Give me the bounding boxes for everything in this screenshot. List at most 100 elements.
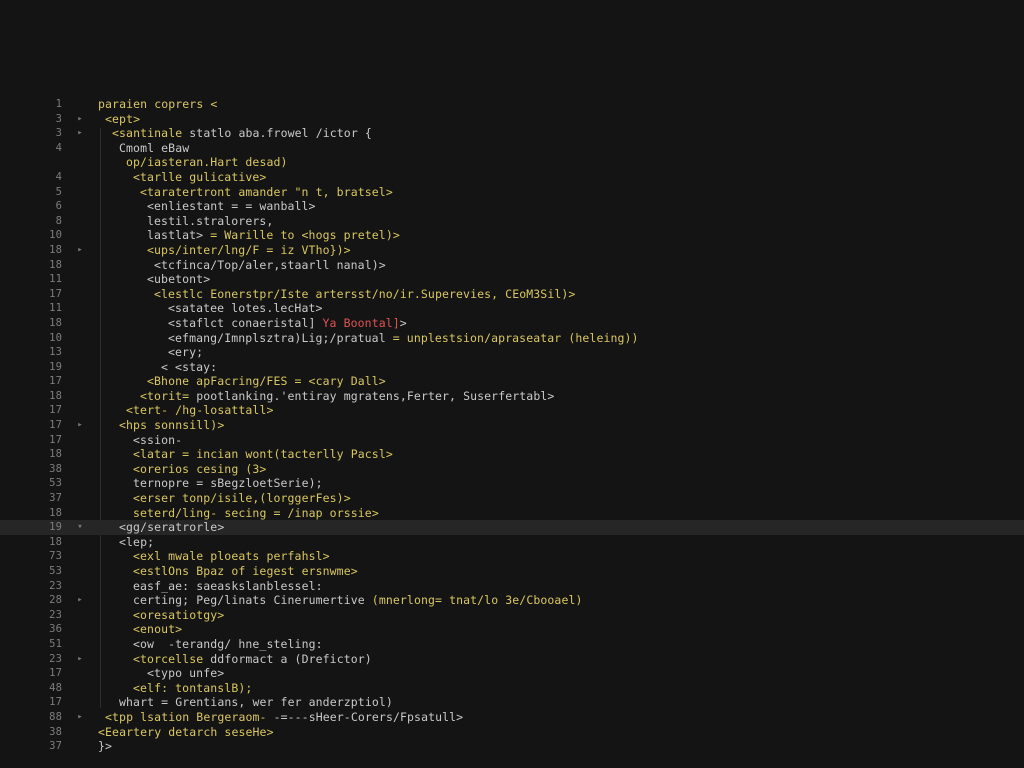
code-text[interactable]: <tert- /hg-losattall> [126, 403, 274, 418]
code-text[interactable]: <staflct conaeristal] Ya Boontal]> [168, 316, 407, 331]
code-text[interactable]: <torcellse ddformact a (Drefictor) [133, 652, 372, 667]
fold-toggle-icon[interactable]: ▸ [74, 243, 86, 258]
code-line[interactable]: 53 <estlOns Bpaz of iegest ersnwme> [0, 564, 1024, 579]
code-line[interactable]: 18 <lep; [0, 535, 1024, 550]
code-line[interactable]: 17 <typo unfe> [0, 666, 1024, 681]
code-line[interactable]: 17 <ssion- [0, 433, 1024, 448]
code-line[interactable]: 36 <enout> [0, 622, 1024, 637]
code-text[interactable]: <latar = incian wont(tacterlly Pacsl> [133, 447, 393, 462]
code-text[interactable]: <ssion- [133, 433, 182, 448]
code-line[interactable]: 11 <satatee lotes.lecHat> [0, 301, 1024, 316]
code-line[interactable]: 18 seterd/ling- secing = /inap orssie> [0, 506, 1024, 521]
code-text[interactable]: <tcfinca/Top/aler,staarll nanal)> [154, 258, 386, 273]
fold-toggle-icon[interactable]: ▸ [74, 710, 86, 725]
fold-toggle-icon[interactable]: ▸ [74, 418, 86, 433]
code-editor[interactable]: 1 paraien coprers < 3 ▸ <ept> 3 ▸ <santinale st… [0, 0, 1024, 768]
code-line[interactable]: 3 ▸ <santinale statlo aba.frowel /ictor { [0, 126, 1024, 141]
code-line[interactable]: 17 <lestlc Eonerstpr/Iste artersst/no/ir.… [0, 287, 1024, 302]
code-text[interactable]: < <stay: [161, 360, 217, 375]
code-text[interactable]: <taratertront amander "n t, bratsel> [140, 185, 393, 200]
code-text[interactable]: <typo unfe> [147, 666, 224, 681]
code-line[interactable]: 48 <elf: tontanslB); [0, 681, 1024, 696]
code-line[interactable]: 18 <staflct conaeristal] Ya Boontal]> [0, 316, 1024, 331]
code-line[interactable]: 88 ▸ <tpp lsation Bergeraom- -=---sHeer-Co… [0, 710, 1024, 725]
code-text[interactable]: <lep; [119, 535, 154, 550]
code-text[interactable]: paraien coprers < [98, 97, 217, 112]
code-text[interactable]: <enliestant = = wanball> [147, 199, 316, 214]
code-text[interactable]: <Eeartery detarch seseHe> [98, 725, 274, 740]
code-line[interactable]: 17 <tert- /hg-losattall> [0, 403, 1024, 418]
fold-toggle-icon[interactable]: ▸ [74, 593, 86, 608]
code-text[interactable]: <Bhone apFacring/FES = <cary Dall> [147, 374, 386, 389]
code-text[interactable]: <exl mwale ploeats perfahsl> [133, 549, 330, 564]
code-text[interactable]: <tarlle gulicative> [133, 170, 266, 185]
code-text[interactable]: ternopre = sBegzloetSerie); [133, 476, 323, 491]
code-line[interactable]: 17 <Bhone apFacring/FES = <cary Dall> [0, 374, 1024, 389]
code-line[interactable]: op/iasteran.Hart desad) [0, 155, 1024, 170]
code-line[interactable]: 4 <tarlle gulicative> [0, 170, 1024, 185]
code-line[interactable]: 6 <enliestant = = wanball> [0, 199, 1024, 214]
code-line[interactable]: 19 < <stay: [0, 360, 1024, 375]
code-line[interactable]: 13 <ery; [0, 345, 1024, 360]
code-text[interactable]: <ups/inter/lng/F = iz VTho})> [147, 243, 351, 258]
code-text[interactable]: <ept> [105, 112, 140, 127]
code-line[interactable]: 53 ternopre = sBegzloetSerie); [0, 476, 1024, 491]
code-line[interactable]: 17 ▸ <hps sonnsill)> [0, 418, 1024, 433]
code-text[interactable]: whart = Grentians, wer fer anderzptiol) [119, 695, 393, 710]
code-line[interactable]: 23 <oresatiotgy> [0, 608, 1024, 623]
code-text[interactable]: <ow -terandg/ hne_steling: [133, 637, 323, 652]
fold-toggle-icon[interactable]: ▸ [74, 112, 86, 127]
code-text[interactable]: <oresatiotgy> [133, 608, 224, 623]
code-text[interactable]: easf_ae: saeaskslanblessel: [133, 579, 323, 594]
code-line[interactable]: 3 ▸ <ept> [0, 112, 1024, 127]
code-line[interactable]: 17 whart = Grentians, wer fer anderzptiol… [0, 695, 1024, 710]
code-text[interactable]: <estlOns Bpaz of iegest ersnwme> [133, 564, 358, 579]
fold-toggle-icon[interactable]: ▸ [74, 652, 86, 667]
code-text[interactable]: <satatee lotes.lecHat> [168, 301, 323, 316]
code-line[interactable]: 18 <latar = incian wont(tacterlly Pacsl> [0, 447, 1024, 462]
code-text[interactable]: lestil.stralorers, [147, 214, 273, 229]
code-text[interactable]: <elf: tontanslB); [133, 681, 252, 696]
code-line[interactable]: 10 <efmang/Imnplsztra)Lig;/pratual = unpl… [0, 331, 1024, 346]
code-line[interactable]: 23 ▸ <torcellse ddformact a (Drefictor) [0, 652, 1024, 667]
code-text[interactable]: certing; Peg/linats Cinerumertive (mnerl… [133, 593, 583, 608]
code-text[interactable]: <lestlc Eonerstpr/Iste artersst/no/ir.Su… [154, 287, 575, 302]
code-text[interactable]: lastlat> = Warille to <hogs pretel)> [147, 228, 400, 243]
code-text[interactable]: <tpp lsation Bergeraom- -=---sHeer-Corer… [105, 710, 463, 725]
code-text[interactable]: <orerios cesing (3> [133, 462, 266, 477]
code-text[interactable]: <torit= pootlanking.'entiray mgratens,Fe… [140, 389, 554, 404]
code-text[interactable]: }> [98, 739, 112, 754]
code-line[interactable]: 8 lestil.stralorers, [0, 214, 1024, 229]
code-text[interactable]: <ubetont> [147, 272, 210, 287]
code-line[interactable]: 5 <taratertront amander "n t, bratsel> [0, 185, 1024, 200]
code-line[interactable]: 1 paraien coprers < [0, 97, 1024, 112]
code-lines[interactable]: 1 paraien coprers < 3 ▸ <ept> 3 ▸ <santinale st… [0, 97, 1024, 754]
code-line[interactable]: 18 <tcfinca/Top/aler,staarll nanal)> [0, 258, 1024, 273]
code-line[interactable]: 23 easf_ae: saeaskslanblessel: [0, 579, 1024, 594]
code-line[interactable]: 10 lastlat> = Warille to <hogs pretel)> [0, 228, 1024, 243]
code-text[interactable]: seterd/ling- secing = /inap orssie> [133, 506, 379, 521]
code-line[interactable]: 38 <orerios cesing (3> [0, 462, 1024, 477]
code-line[interactable]: 73 <exl mwale ploeats perfahsl> [0, 549, 1024, 564]
code-text[interactable]: <enout> [133, 622, 182, 637]
fold-toggle-icon[interactable]: ▸ [74, 126, 86, 141]
code-text[interactable]: <santinale statlo aba.frowel /ictor { [112, 126, 372, 141]
code-line[interactable]: 37}> [0, 739, 1024, 754]
code-line[interactable]: 11 <ubetont> [0, 272, 1024, 287]
code-line[interactable]: 18 <torit= pootlanking.'entiray mgratens,… [0, 389, 1024, 404]
fold-toggle-icon[interactable]: ▾ [74, 520, 86, 535]
code-line[interactable]: 18 ▸ <ups/inter/lng/F = iz VTho})> [0, 243, 1024, 258]
code-line[interactable]: 51 <ow -terandg/ hne_steling: [0, 637, 1024, 652]
code-line[interactable]: 37 <erser tonp/isile,(lorggerFes)> [0, 491, 1024, 506]
code-text[interactable]: <erser tonp/isile,(lorggerFes)> [133, 491, 351, 506]
code-line[interactable]: 4 Cmoml eBaw [0, 141, 1024, 156]
code-line[interactable]: 38 <Eeartery detarch seseHe> [0, 725, 1024, 740]
code-line[interactable]: 19 ▾ <gg/seratrorle> [0, 520, 1024, 535]
code-text[interactable]: op/iasteran.Hart desad) [126, 155, 288, 170]
code-text[interactable]: <gg/seratrorle> [119, 520, 224, 535]
code-text[interactable]: <efmang/Imnplsztra)Lig;/pratual = unples… [168, 331, 639, 346]
code-text[interactable]: <hps sonnsill)> [119, 418, 224, 433]
code-line[interactable]: 28 ▸ certing; Peg/linats Cinerumertive (mn… [0, 593, 1024, 608]
code-text[interactable]: Cmoml eBaw [119, 141, 189, 156]
code-text[interactable]: <ery; [168, 345, 203, 360]
